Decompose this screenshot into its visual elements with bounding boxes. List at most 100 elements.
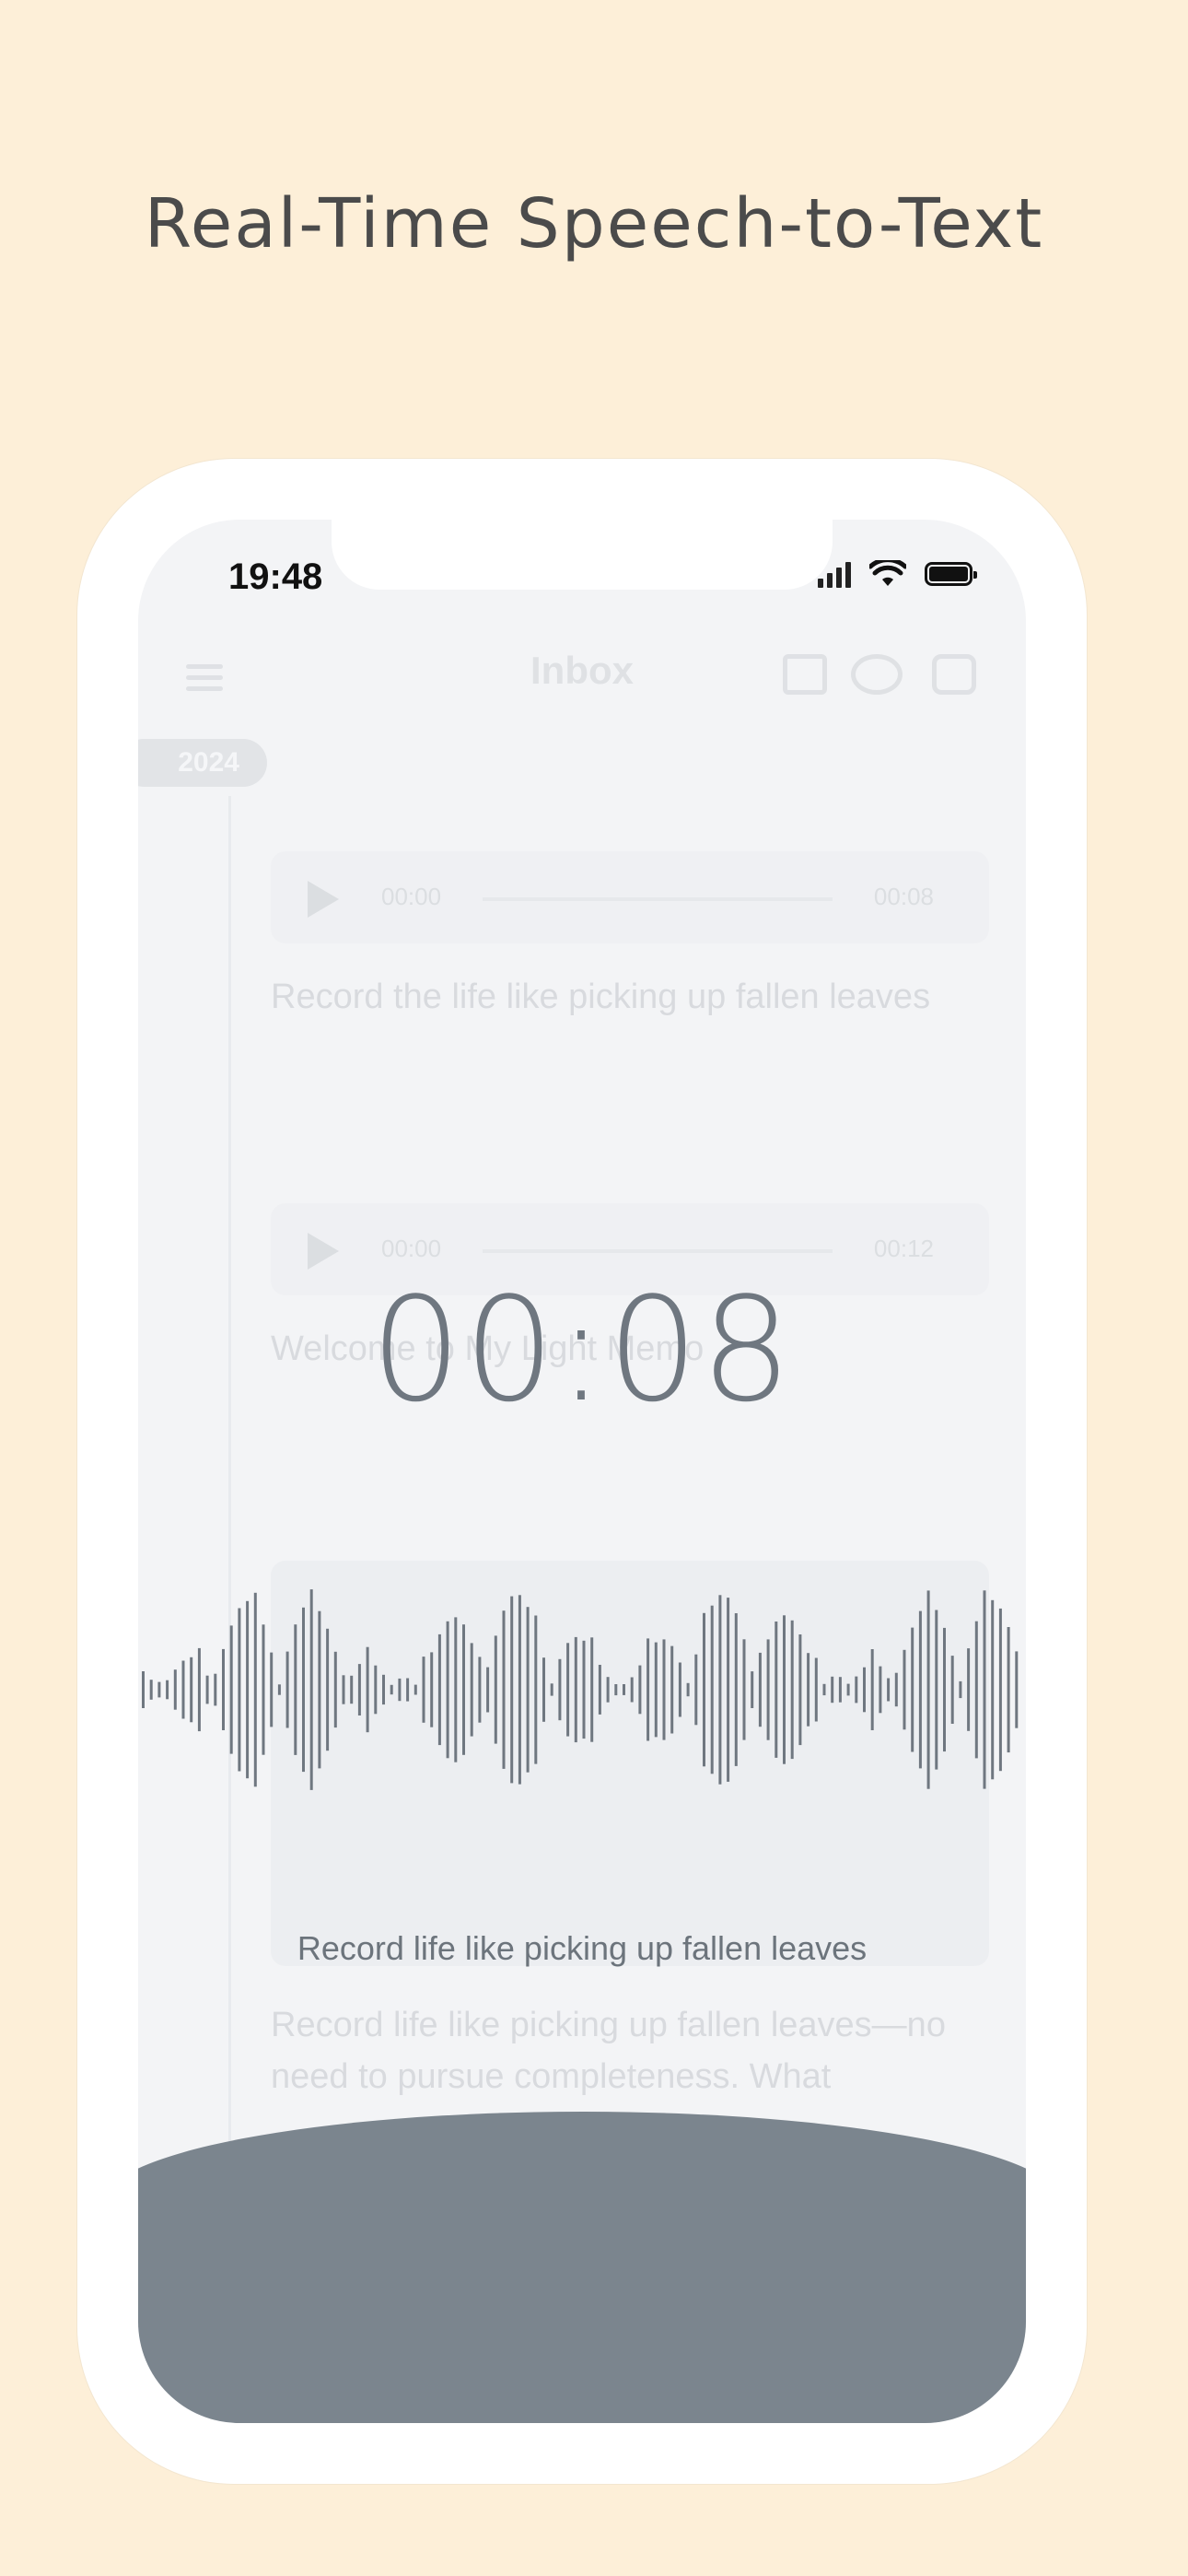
waveform-bar [510, 1596, 514, 1784]
player-progress[interactable] [483, 897, 833, 901]
waveform-bar [197, 1647, 201, 1732]
waveform-bar [855, 1676, 858, 1704]
waveform-bar [662, 1639, 666, 1740]
waveform-bar [694, 1654, 698, 1726]
waveform-bar [703, 1612, 705, 1767]
waveform-bar [630, 1677, 634, 1703]
waveform-bar [903, 1649, 906, 1730]
year-badge: 2024 [138, 739, 267, 787]
waveform-bar [678, 1662, 681, 1717]
waveform-bar [766, 1639, 770, 1740]
waveform-bar [430, 1652, 434, 1727]
waveform-bar [470, 1643, 473, 1737]
waveform-bar [807, 1653, 810, 1727]
waveform-bar [590, 1637, 594, 1742]
waveform-bar [382, 1674, 385, 1705]
waveform-bar [454, 1617, 458, 1762]
signal-icon [818, 560, 851, 588]
eye-icon[interactable] [851, 654, 903, 695]
waveform-bar [518, 1595, 521, 1785]
battery-icon [925, 562, 977, 586]
waveform-bar [205, 1675, 209, 1704]
live-transcript: Record life like picking up fallen leave… [297, 1929, 868, 1967]
waveform-bar [790, 1620, 794, 1760]
waveform-bar [879, 1666, 882, 1714]
play-icon[interactable] [308, 1233, 339, 1270]
waveform-bar [727, 1598, 730, 1782]
waveform-bar [838, 1677, 842, 1703]
waveform-bar [149, 1680, 153, 1700]
waveform-bar [302, 1607, 305, 1773]
waveform-bar [390, 1684, 393, 1695]
waveform-bar [742, 1639, 746, 1740]
player-end-time: 00:12 [873, 1235, 934, 1262]
waveform-bar [253, 1592, 257, 1787]
waveform-bar [814, 1657, 818, 1722]
waveform-bar [918, 1610, 922, 1769]
waveform-bar [494, 1635, 497, 1744]
play-icon[interactable] [308, 881, 339, 918]
waveform-bar [775, 1622, 778, 1758]
waveform-bar [486, 1667, 490, 1713]
waveform-bar [646, 1638, 650, 1741]
waveform-bar [926, 1590, 930, 1789]
waveform-bar [413, 1684, 417, 1695]
memo-text: Record the life like picking up fallen l… [271, 978, 931, 1016]
waveform-bar [783, 1615, 786, 1764]
waveform-bar [270, 1652, 274, 1727]
waveform-bar [935, 1610, 938, 1770]
app-header: Inbox [138, 649, 1026, 704]
waveform-bar [950, 1656, 954, 1724]
record-panel[interactable] [138, 2112, 1026, 2423]
calendar-icon[interactable] [932, 654, 976, 695]
waveform-bar [173, 1669, 177, 1710]
waveform-bar [718, 1595, 722, 1785]
waveform-bar [959, 1680, 962, 1699]
waveform-bar [831, 1676, 834, 1704]
waveform-bar [887, 1678, 891, 1702]
phone-frame: Inbox 2024 00:00 00:08 Record the life l… [77, 459, 1087, 2484]
waveform-bar [974, 1621, 978, 1759]
waveform-bar [943, 1627, 946, 1752]
waveform-bar [798, 1634, 802, 1746]
waveform-bar [870, 1649, 874, 1730]
waveform-bar [214, 1673, 217, 1706]
waveform-bar [238, 1608, 241, 1772]
wifi-icon [869, 560, 906, 586]
waveform-bar [374, 1665, 378, 1715]
recording-timer: 00:08 [370, 1266, 794, 1434]
waveform-bar [758, 1652, 762, 1727]
waveform-bar [422, 1657, 425, 1723]
waveform-bar [542, 1657, 545, 1722]
waveform-bar [342, 1675, 345, 1704]
waveform-bar [357, 1664, 361, 1715]
waveform-bar [911, 1627, 914, 1752]
waveform-bar [670, 1645, 674, 1734]
waveform-bar [190, 1657, 193, 1723]
waveform-bar [606, 1677, 610, 1703]
waveform-bar [309, 1589, 313, 1790]
waveform-bar [534, 1615, 538, 1764]
waveform-bar [582, 1640, 586, 1739]
waveform-bar [822, 1683, 826, 1696]
device-icon[interactable] [783, 654, 827, 695]
waveform-bar [614, 1684, 618, 1696]
phone-screen: Inbox 2024 00:00 00:08 Record the life l… [138, 520, 1026, 2423]
waveform-bar [558, 1658, 562, 1721]
memo-card[interactable]: 00:00 00:08 Record the life like picking… [271, 824, 989, 1023]
waveform-bar [478, 1657, 482, 1723]
waveform-bar [502, 1610, 506, 1769]
waveform-bar [406, 1678, 410, 1702]
waveform-bar [526, 1607, 530, 1773]
waveform-bar [157, 1681, 161, 1698]
player-progress[interactable] [483, 1249, 833, 1253]
audio-player[interactable]: 00:00 00:08 [271, 851, 989, 943]
waveform-bar [998, 1608, 1002, 1772]
waveform-bar [262, 1624, 265, 1755]
waveform-bar [222, 1648, 225, 1730]
waveform-bar [285, 1651, 289, 1728]
waveform-bar [598, 1665, 601, 1715]
waveform-bar [574, 1636, 577, 1743]
waveform-bar [654, 1642, 658, 1738]
waveform-bar [967, 1648, 971, 1731]
